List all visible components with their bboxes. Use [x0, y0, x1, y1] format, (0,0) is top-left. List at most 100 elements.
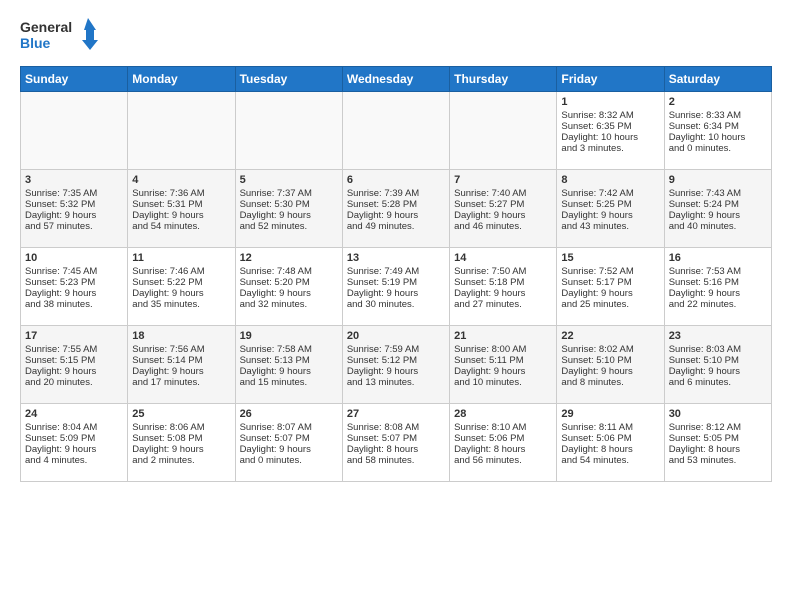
page: General Blue SundayMondayTuesdayWednesda…	[0, 0, 792, 492]
day-info: Sunset: 5:31 PM	[132, 199, 230, 210]
day-info: Sunrise: 7:52 AM	[561, 266, 659, 277]
day-info: Sunrise: 8:06 AM	[132, 422, 230, 433]
calendar-cell: 10Sunrise: 7:45 AMSunset: 5:23 PMDayligh…	[21, 248, 128, 326]
day-number: 7	[454, 174, 552, 186]
day-info: Sunset: 5:13 PM	[240, 355, 338, 366]
day-info: and 4 minutes.	[25, 455, 123, 466]
day-info: Daylight: 9 hours	[347, 210, 445, 221]
calendar-week-row: 24Sunrise: 8:04 AMSunset: 5:09 PMDayligh…	[21, 404, 772, 482]
day-info: Daylight: 10 hours	[561, 132, 659, 143]
day-info: Daylight: 9 hours	[240, 366, 338, 377]
day-info: Daylight: 9 hours	[347, 288, 445, 299]
day-info: and 53 minutes.	[669, 455, 767, 466]
day-info: Daylight: 9 hours	[347, 366, 445, 377]
day-info: Sunset: 5:09 PM	[25, 433, 123, 444]
day-info: Sunrise: 7:49 AM	[347, 266, 445, 277]
day-info: Sunset: 5:07 PM	[240, 433, 338, 444]
calendar-cell: 29Sunrise: 8:11 AMSunset: 5:06 PMDayligh…	[557, 404, 664, 482]
day-info: and 22 minutes.	[669, 299, 767, 310]
day-info: Daylight: 8 hours	[347, 444, 445, 455]
day-info: and 54 minutes.	[132, 221, 230, 232]
day-info: and 58 minutes.	[347, 455, 445, 466]
day-info: and 30 minutes.	[347, 299, 445, 310]
day-info: and 32 minutes.	[240, 299, 338, 310]
day-number: 29	[561, 408, 659, 420]
day-info: Sunset: 5:16 PM	[669, 277, 767, 288]
day-info: Sunset: 5:06 PM	[561, 433, 659, 444]
day-info: and 25 minutes.	[561, 299, 659, 310]
day-info: Daylight: 9 hours	[454, 366, 552, 377]
calendar-cell: 11Sunrise: 7:46 AMSunset: 5:22 PMDayligh…	[128, 248, 235, 326]
calendar-cell	[235, 92, 342, 170]
calendar-cell: 17Sunrise: 7:55 AMSunset: 5:15 PMDayligh…	[21, 326, 128, 404]
day-number: 21	[454, 330, 552, 342]
day-info: and 52 minutes.	[240, 221, 338, 232]
calendar-cell: 25Sunrise: 8:06 AMSunset: 5:08 PMDayligh…	[128, 404, 235, 482]
calendar-cell: 15Sunrise: 7:52 AMSunset: 5:17 PMDayligh…	[557, 248, 664, 326]
day-info: and 56 minutes.	[454, 455, 552, 466]
day-info: Daylight: 9 hours	[669, 210, 767, 221]
day-info: Daylight: 8 hours	[561, 444, 659, 455]
svg-text:General: General	[20, 19, 72, 35]
day-info: Sunset: 5:27 PM	[454, 199, 552, 210]
day-info: Sunrise: 7:50 AM	[454, 266, 552, 277]
day-info: Daylight: 9 hours	[25, 288, 123, 299]
calendar-cell: 16Sunrise: 7:53 AMSunset: 5:16 PMDayligh…	[664, 248, 771, 326]
day-info: Sunrise: 7:45 AM	[25, 266, 123, 277]
day-number: 18	[132, 330, 230, 342]
day-info: Daylight: 9 hours	[132, 288, 230, 299]
calendar-cell: 20Sunrise: 7:59 AMSunset: 5:12 PMDayligh…	[342, 326, 449, 404]
day-info: Sunset: 5:11 PM	[454, 355, 552, 366]
header: General Blue	[20, 16, 772, 56]
day-info: Sunset: 5:17 PM	[561, 277, 659, 288]
weekday-header: Saturday	[664, 67, 771, 92]
calendar-cell: 24Sunrise: 8:04 AMSunset: 5:09 PMDayligh…	[21, 404, 128, 482]
day-number: 8	[561, 174, 659, 186]
weekday-header: Friday	[557, 67, 664, 92]
day-info: Sunset: 6:34 PM	[669, 121, 767, 132]
day-info: and 0 minutes.	[240, 455, 338, 466]
day-info: Sunrise: 7:48 AM	[240, 266, 338, 277]
day-info: Sunset: 5:19 PM	[347, 277, 445, 288]
day-info: Sunrise: 7:56 AM	[132, 344, 230, 355]
day-number: 30	[669, 408, 767, 420]
day-info: Sunset: 5:22 PM	[132, 277, 230, 288]
day-info: Daylight: 9 hours	[132, 366, 230, 377]
day-info: Sunset: 5:12 PM	[347, 355, 445, 366]
calendar-week-row: 3Sunrise: 7:35 AMSunset: 5:32 PMDaylight…	[21, 170, 772, 248]
day-info: and 40 minutes.	[669, 221, 767, 232]
day-info: and 46 minutes.	[454, 221, 552, 232]
calendar-body: 1Sunrise: 8:32 AMSunset: 6:35 PMDaylight…	[21, 92, 772, 482]
weekday-header: Tuesday	[235, 67, 342, 92]
day-info: and 35 minutes.	[132, 299, 230, 310]
calendar-cell: 22Sunrise: 8:02 AMSunset: 5:10 PMDayligh…	[557, 326, 664, 404]
day-info: Sunrise: 7:53 AM	[669, 266, 767, 277]
calendar-cell: 4Sunrise: 7:36 AMSunset: 5:31 PMDaylight…	[128, 170, 235, 248]
day-number: 22	[561, 330, 659, 342]
day-info: and 15 minutes.	[240, 377, 338, 388]
day-info: Daylight: 9 hours	[561, 366, 659, 377]
day-info: and 38 minutes.	[25, 299, 123, 310]
day-info: and 49 minutes.	[347, 221, 445, 232]
calendar-cell	[342, 92, 449, 170]
day-info: Sunrise: 8:02 AM	[561, 344, 659, 355]
day-number: 23	[669, 330, 767, 342]
day-info: Sunrise: 8:33 AM	[669, 110, 767, 121]
day-info: Sunset: 5:15 PM	[25, 355, 123, 366]
day-info: and 54 minutes.	[561, 455, 659, 466]
day-info: Sunrise: 7:40 AM	[454, 188, 552, 199]
day-info: Sunrise: 7:36 AM	[132, 188, 230, 199]
calendar-week-row: 17Sunrise: 7:55 AMSunset: 5:15 PMDayligh…	[21, 326, 772, 404]
day-info: and 27 minutes.	[454, 299, 552, 310]
calendar-table: SundayMondayTuesdayWednesdayThursdayFrid…	[20, 66, 772, 482]
day-info: Sunrise: 8:00 AM	[454, 344, 552, 355]
day-info: Sunrise: 8:04 AM	[25, 422, 123, 433]
day-info: Sunrise: 7:37 AM	[240, 188, 338, 199]
day-info: Sunset: 5:23 PM	[25, 277, 123, 288]
day-number: 26	[240, 408, 338, 420]
day-number: 12	[240, 252, 338, 264]
day-info: Daylight: 9 hours	[25, 444, 123, 455]
calendar-cell	[128, 92, 235, 170]
day-info: Sunrise: 7:42 AM	[561, 188, 659, 199]
day-info: Daylight: 9 hours	[561, 288, 659, 299]
